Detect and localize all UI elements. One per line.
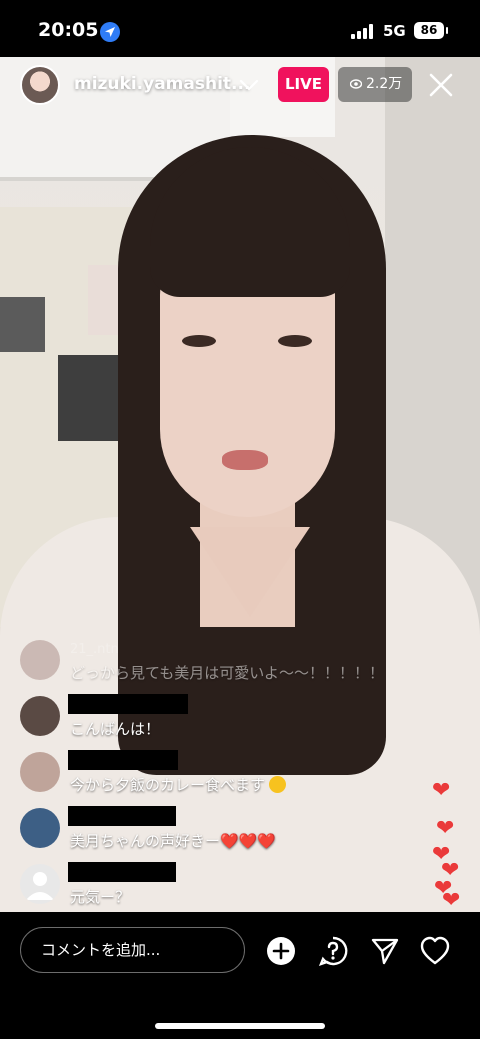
viewer-count-label: 2.2万 xyxy=(366,76,403,92)
redacted-username xyxy=(68,694,188,714)
commenter-username[interactable]: 21_.ntn xyxy=(70,642,119,657)
live-badge: LIVE xyxy=(278,67,329,102)
comment-text: 美月ちゃんの声好きー xyxy=(70,832,221,850)
eye-icon xyxy=(350,79,362,89)
commenter-avatar[interactable] xyxy=(20,752,60,792)
wall-art xyxy=(58,355,118,441)
chevron-down-icon[interactable] xyxy=(238,74,260,96)
bottom-bar: コメントを追加... xyxy=(0,912,480,1039)
commenter-avatar[interactable] xyxy=(20,808,60,848)
cellular-signal-icon xyxy=(351,24,373,39)
comment-text: こんばんは！ xyxy=(70,720,161,738)
commenter-avatar[interactable] xyxy=(20,696,60,736)
host-avatar[interactable] xyxy=(20,65,60,105)
viewer-count[interactable]: 2.2万 xyxy=(338,67,412,102)
person-icon xyxy=(26,872,54,900)
comment-item: 美月ちゃんの声好きー❤️❤️❤️ xyxy=(20,806,440,856)
add-circle-icon[interactable] xyxy=(266,936,296,966)
redacted-username xyxy=(68,750,178,770)
home-indicator[interactable] xyxy=(155,1023,325,1029)
comment-item: 21_.ntn どっから見ても美月は可愛いよ〜〜！！！！！ xyxy=(20,638,440,688)
like-heart-icon[interactable] xyxy=(420,936,450,966)
redacted-username xyxy=(68,862,176,882)
heart-icon: ❤ xyxy=(436,816,455,841)
battery-icon: 86 xyxy=(414,22,448,39)
heart-icon: ❤️❤️❤️ xyxy=(220,832,277,850)
close-icon[interactable] xyxy=(428,72,454,98)
heart-icon: ❤ xyxy=(442,888,461,913)
send-icon[interactable] xyxy=(370,936,400,966)
comment-text: どっから見ても美月は可愛いよ〜〜！！！！！ xyxy=(70,664,384,682)
wall-art xyxy=(0,297,45,352)
grinning-squint-icon xyxy=(269,776,287,793)
floating-hearts: ❤ ❤ ❤ ❤ ❤ ❤ xyxy=(425,770,475,920)
commenter-avatar[interactable] xyxy=(20,640,60,680)
comment-text: 元気ー？ xyxy=(70,888,131,906)
location-arrow-icon xyxy=(100,22,120,42)
default-avatar[interactable] xyxy=(20,864,60,904)
comment-input[interactable]: コメントを追加... xyxy=(20,927,245,973)
comment-text: 今から夕飯のカレー食べます xyxy=(70,776,266,794)
heart-icon: ❤ xyxy=(432,778,451,803)
network-type: 5G xyxy=(383,22,406,40)
redacted-username xyxy=(68,806,176,826)
host-username[interactable]: mizuki.yamashit... xyxy=(74,74,250,94)
comment-item: 今から夕飯のカレー食べます xyxy=(20,750,440,800)
comment-item: こんばんは！ xyxy=(20,694,440,744)
status-bar: 20:05 5G 86 xyxy=(0,0,480,62)
clock: 20:05 xyxy=(38,19,99,41)
comment-item: 元気ー？ xyxy=(20,862,440,912)
question-bubble-icon[interactable] xyxy=(318,936,348,966)
